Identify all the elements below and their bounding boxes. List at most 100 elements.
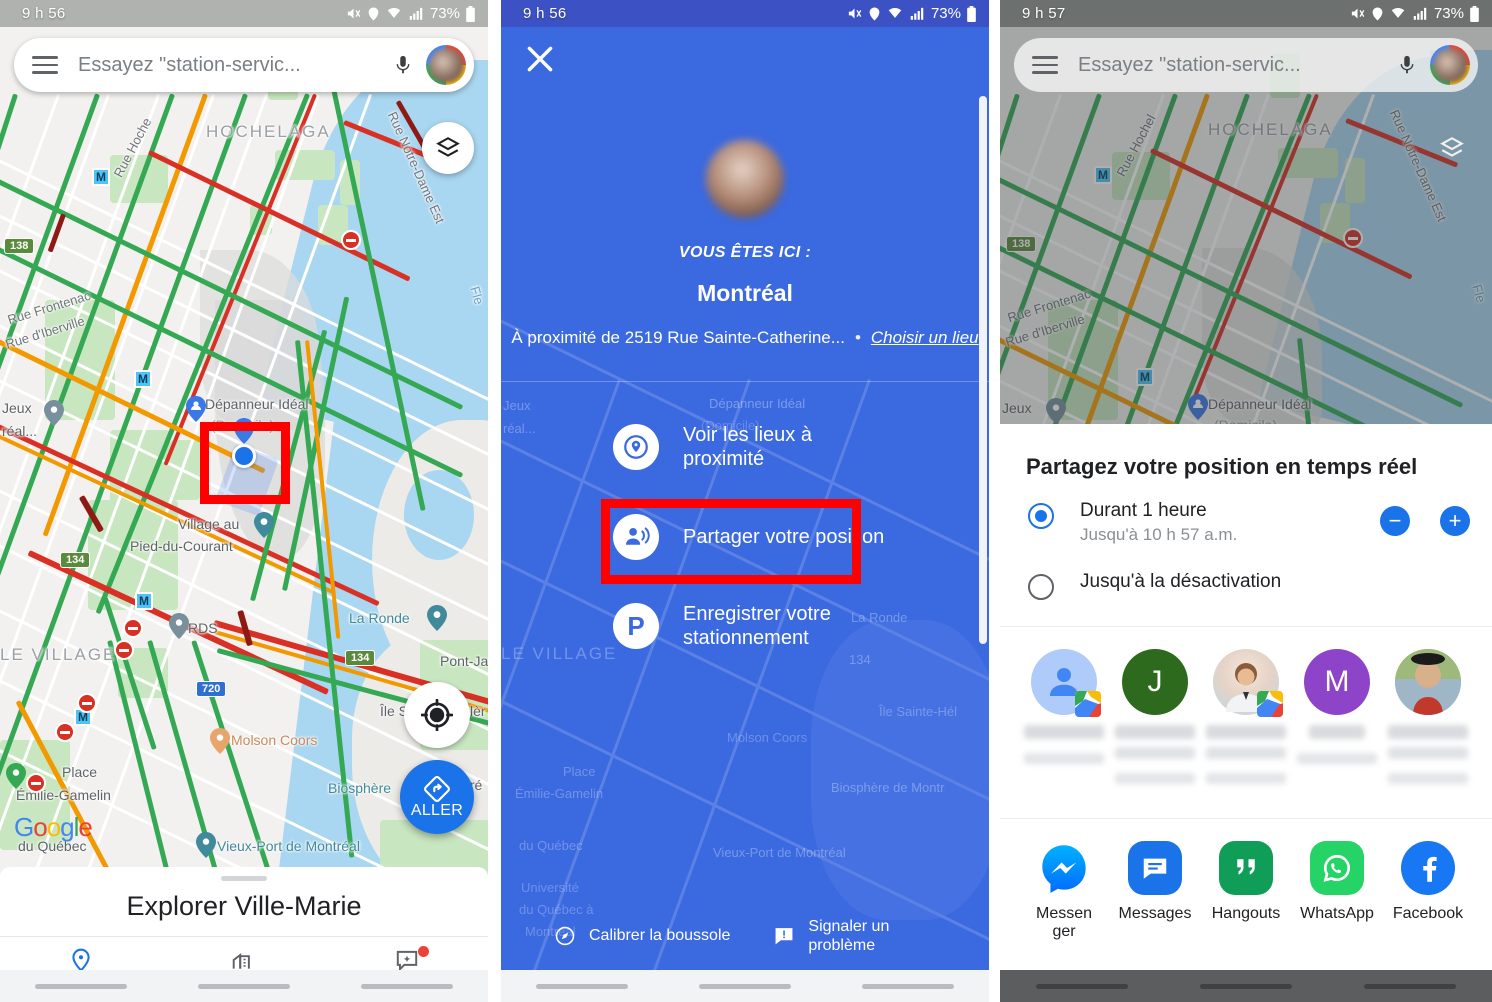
nav-recents-button[interactable] (0, 970, 163, 1002)
location-hero: VOUS ÊTES ICI : Montréal (501, 140, 989, 307)
share-target-whatsapp[interactable]: WhatsApp (1295, 841, 1379, 942)
place-pin-icon[interactable] (427, 605, 447, 631)
park-pin-icon[interactable] (6, 763, 26, 789)
search-bar-1[interactable]: Essayez "station-servic... (14, 38, 474, 92)
my-location-button[interactable] (404, 682, 470, 748)
map-label: lèr (470, 703, 486, 719)
map-layers-button[interactable] (1426, 122, 1478, 174)
battery-icon (967, 5, 976, 22)
whatsapp-icon (1310, 841, 1364, 895)
avatar-initial: M (1324, 665, 1350, 698)
search-input[interactable]: Essayez "station-servic... (1078, 54, 1392, 77)
facebook-icon (1401, 841, 1455, 895)
my-location-icon (421, 699, 453, 731)
you-are-here-label: VOUS ÊTES ICI : (678, 244, 812, 261)
increase-duration-button[interactable]: + (1440, 506, 1470, 536)
location-icon (1372, 7, 1383, 20)
place-pin-icon[interactable] (196, 832, 216, 858)
route-shield: 134 (345, 650, 376, 666)
calibrate-compass-action[interactable]: Calibrer la boussole (553, 924, 730, 948)
option-label: Durant 1 heure (1080, 500, 1207, 521)
choose-place-link[interactable]: Choisir un lieu (871, 328, 979, 348)
highlight-box-share-location (601, 499, 861, 584)
signal-icon (1413, 7, 1427, 20)
status-time: 9 h 56 (523, 5, 567, 22)
share-target-facebook[interactable]: Facebook (1386, 841, 1470, 942)
parking-icon: P (613, 603, 659, 650)
nav-back-button[interactable] (1328, 970, 1492, 1002)
report-problem-label: Signaler un problème (808, 917, 890, 954)
contact-item[interactable] (1024, 649, 1104, 784)
option-row-one-hour[interactable]: Durant 1 heure Jusqu'à 10 h 57 a.m. − + (1000, 480, 1492, 545)
no-entry-icon (77, 693, 97, 713)
nav-recents-button[interactable] (501, 970, 664, 1002)
hamburger-icon[interactable] (32, 56, 58, 74)
contact-name-redacted (1115, 725, 1195, 739)
contact-detail-redacted (1206, 773, 1286, 784)
place-pin-icon[interactable] (169, 613, 189, 639)
share-target-hangouts[interactable]: Hangouts (1204, 841, 1288, 942)
separator: • (854, 328, 861, 347)
place-pin-icon[interactable] (210, 728, 230, 754)
home-pin-icon[interactable] (186, 396, 206, 422)
contact-list: J M (1000, 627, 1492, 784)
duration-stepper: − + (1380, 500, 1470, 536)
status-bar-2: 9 h 56 73% (501, 0, 989, 27)
place-pin-icon[interactable] (254, 512, 274, 538)
nav-home-button[interactable] (1164, 970, 1328, 1002)
contact-item[interactable]: J (1115, 649, 1195, 784)
explore-title: Explorer Ville-Marie (126, 891, 362, 921)
google-maps-badge-icon (1257, 691, 1283, 717)
nav-recents-button[interactable] (1000, 970, 1164, 1002)
menu-item-save-parking[interactable]: P Enregistrer votre stationnement (501, 584, 989, 669)
google-maps-badge-icon (1075, 691, 1101, 717)
microphone-icon[interactable] (1392, 51, 1422, 79)
map-label: La Ronde (349, 610, 410, 626)
menu-item-nearby-places[interactable]: Voir les lieux à proximité (501, 405, 989, 490)
avatar-initial: J (1147, 665, 1163, 698)
share-target-messages[interactable]: Messages (1113, 841, 1197, 942)
avatar (1031, 649, 1101, 717)
nav-home-button[interactable] (664, 970, 827, 1002)
contact-item[interactable]: M (1297, 649, 1377, 784)
microphone-icon[interactable] (388, 51, 418, 79)
search-bar-3[interactable]: Essayez "station-servic... (1014, 38, 1478, 92)
contact-item[interactable] (1388, 649, 1468, 784)
metro-station-icon: M (135, 592, 153, 610)
search-input[interactable]: Essayez "station-servic... (78, 54, 388, 77)
overlay-footer: Calibrer la boussole Signaler un problèm… (501, 902, 989, 970)
contact-detail-redacted (1388, 773, 1468, 784)
radio-until-off[interactable] (1028, 574, 1054, 600)
route-shield: 138 (4, 238, 35, 254)
option-text: Jusqu'à la désactivation (1080, 571, 1470, 593)
nearby-address-row: À proximité de 2519 Rue Sainte-Catherine… (501, 328, 989, 348)
hangouts-icon (1219, 841, 1273, 895)
account-avatar[interactable] (1430, 45, 1470, 85)
nav-back-button[interactable] (826, 970, 989, 1002)
compass-icon (553, 924, 577, 948)
directions-icon (424, 775, 450, 802)
no-entry-icon (55, 722, 75, 742)
divider (501, 381, 989, 382)
sheet-grabber[interactable] (221, 876, 267, 881)
scrollbar[interactable] (979, 96, 987, 644)
share-target-messenger[interactable]: Messenger (1022, 841, 1106, 942)
decrease-duration-button[interactable]: − (1380, 506, 1410, 536)
map-layers-button[interactable] (422, 122, 474, 174)
place-pin-icon[interactable] (44, 400, 64, 426)
radio-one-hour[interactable] (1028, 503, 1054, 529)
account-avatar[interactable] (426, 45, 466, 85)
no-entry-icon (26, 773, 46, 793)
nav-home-button[interactable] (163, 970, 326, 1002)
report-problem-action[interactable]: Signaler un problème (772, 917, 912, 955)
contact-item[interactable] (1206, 649, 1286, 784)
option-sublabel: Jusqu'à 10 h 57 a.m. (1080, 525, 1238, 544)
app-label: Facebook (1392, 905, 1464, 922)
nav-back-button[interactable] (325, 970, 488, 1002)
hamburger-icon[interactable] (1032, 56, 1058, 74)
close-button[interactable] (523, 42, 557, 76)
avatar (1213, 649, 1283, 717)
directions-go-button[interactable]: ALLER (400, 760, 474, 834)
option-row-until-off[interactable]: Jusqu'à la désactivation (1000, 545, 1492, 600)
for-you-icon (396, 950, 417, 972)
